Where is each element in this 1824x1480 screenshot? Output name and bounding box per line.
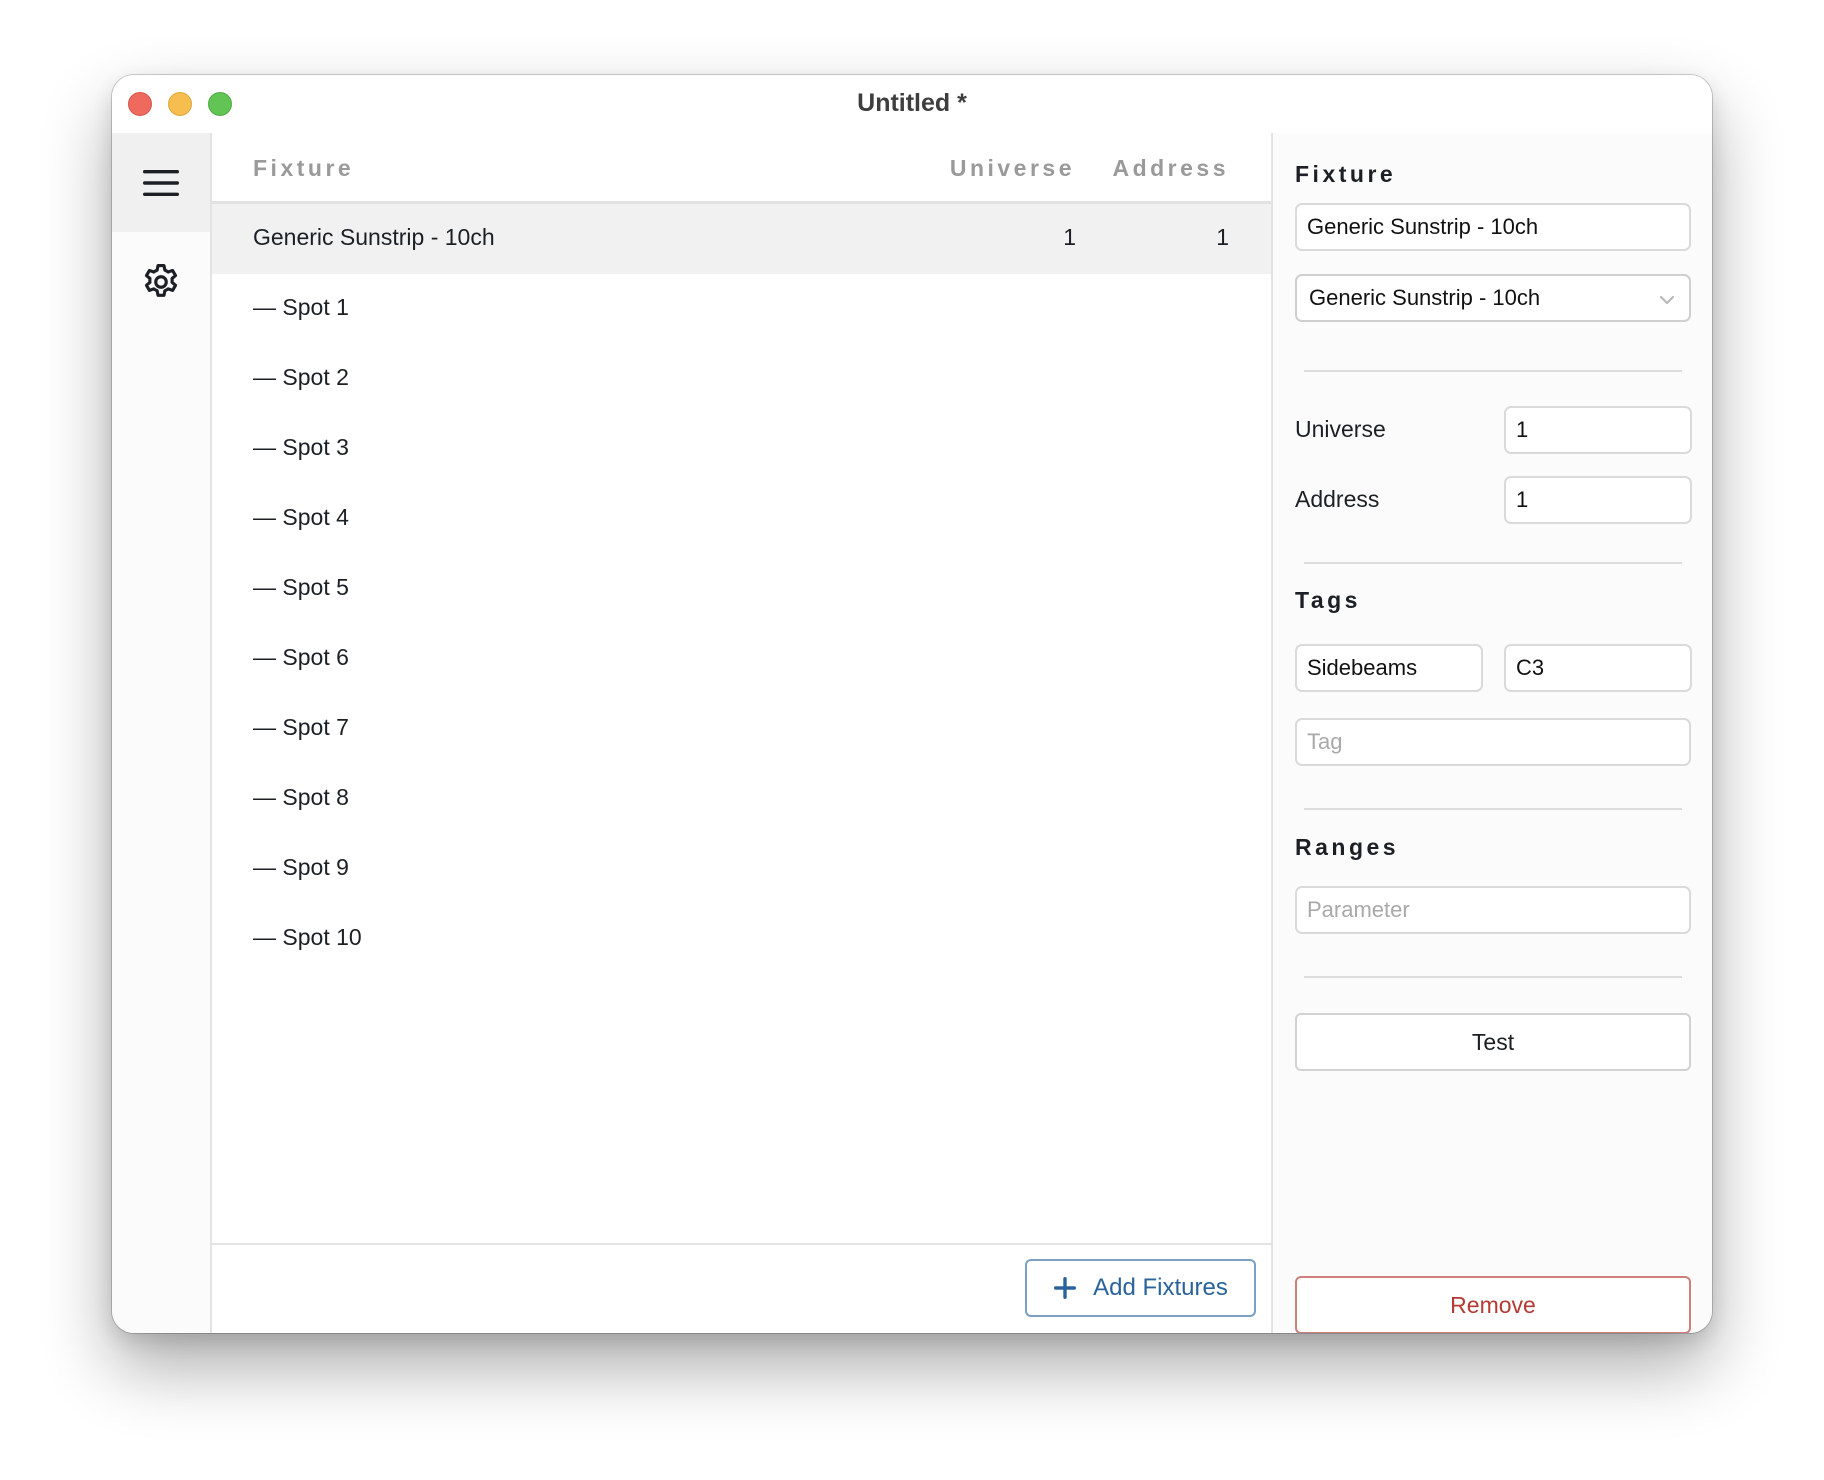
fixture-name-cell: — Spot 9 xyxy=(253,854,349,880)
fixture-child-row[interactable]: — Spot 2 xyxy=(212,344,1271,414)
add-fixtures-label: Add Fixtures xyxy=(1093,1274,1228,1301)
fixture-child-row[interactable]: — Spot 3 xyxy=(212,414,1271,484)
fixture-rows: Generic Sunstrip - 10ch 1 1 — Spot 1 — Spot … xyxy=(212,204,1271,974)
app-window: Untitled * Fixture Universe Address Gene… xyxy=(112,75,1712,1333)
column-header-fixture[interactable]: Fixture xyxy=(253,155,354,182)
fixture-name-cell: — Spot 3 xyxy=(253,434,349,460)
fixture-name-cell: — Spot 8 xyxy=(253,784,349,810)
title-bar: Untitled * xyxy=(112,75,1712,133)
divider xyxy=(1304,976,1682,978)
chevron-down-icon xyxy=(1659,295,1675,305)
fixture-child-row[interactable]: — Spot 10 xyxy=(212,904,1271,974)
fixture-child-row[interactable]: — Spot 1 xyxy=(212,274,1271,344)
hamburger-menu-icon xyxy=(143,169,179,196)
divider xyxy=(1304,562,1682,564)
address-cell: 1 xyxy=(1216,224,1229,250)
fixture-child-row[interactable]: — Spot 5 xyxy=(212,554,1271,624)
sidebar-item-settings[interactable] xyxy=(112,232,210,331)
ranges-heading: Ranges xyxy=(1295,834,1400,860)
fixture-name-cell: — Spot 5 xyxy=(253,574,349,600)
tag-input-1[interactable] xyxy=(1295,644,1483,692)
column-header-address[interactable]: Address xyxy=(1112,155,1229,182)
fixture-name-cell: — Spot 1 xyxy=(253,294,349,320)
fixture-child-row[interactable]: — Spot 6 xyxy=(212,624,1271,694)
universe-input[interactable] xyxy=(1504,406,1692,454)
divider xyxy=(1304,808,1682,810)
add-fixtures-button[interactable]: Add Fixtures xyxy=(1025,1259,1256,1317)
tag-input-2[interactable] xyxy=(1504,644,1692,692)
address-input[interactable] xyxy=(1504,476,1692,524)
fixture-type-select[interactable]: Generic Sunstrip - 10ch xyxy=(1295,274,1691,322)
fixture-name-cell: — Spot 10 xyxy=(253,924,362,950)
list-footer: Add Fixtures xyxy=(212,1243,1271,1333)
fixture-name-cell: — Spot 6 xyxy=(253,644,349,670)
address-label: Address xyxy=(1295,486,1380,512)
fixture-child-row[interactable]: — Spot 7 xyxy=(212,694,1271,764)
fixture-child-row[interactable]: — Spot 9 xyxy=(212,834,1271,904)
fixture-name-input[interactable] xyxy=(1295,203,1691,251)
fixture-inspector: Fixture Generic Sunstrip - 10ch Universe… xyxy=(1273,133,1712,1333)
gear-icon xyxy=(144,263,178,297)
fixture-heading: Fixture xyxy=(1295,161,1397,187)
fixture-child-row[interactable]: — Spot 8 xyxy=(212,764,1271,834)
universe-cell: 1 xyxy=(1063,224,1076,250)
universe-label: Universe xyxy=(1295,416,1386,442)
fixture-name-cell: — Spot 2 xyxy=(253,364,349,390)
fixture-name-cell: — Spot 4 xyxy=(253,504,349,530)
tags-heading: Tags xyxy=(1295,587,1361,613)
divider xyxy=(1304,370,1682,372)
sidebar xyxy=(112,133,212,1333)
fixture-child-row[interactable]: — Spot 4 xyxy=(212,484,1271,554)
plus-icon xyxy=(1054,1277,1077,1299)
fixture-name-cell: Generic Sunstrip - 10ch xyxy=(253,224,495,250)
remove-button[interactable]: Remove xyxy=(1295,1276,1691,1333)
list-header: Fixture Universe Address xyxy=(212,133,1271,204)
fixture-row[interactable]: Generic Sunstrip - 10ch 1 1 xyxy=(212,204,1271,274)
parameter-input[interactable] xyxy=(1295,886,1691,934)
new-tag-input[interactable] xyxy=(1295,718,1691,766)
test-button[interactable]: Test xyxy=(1295,1013,1691,1071)
sidebar-item-fixtures[interactable] xyxy=(112,133,210,232)
fixture-name-cell: — Spot 7 xyxy=(253,714,349,740)
fixture-list: Fixture Universe Address Generic Sunstri… xyxy=(212,133,1273,1333)
fixture-type-selected: Generic Sunstrip - 10ch xyxy=(1309,285,1541,310)
window-title: Untitled * xyxy=(857,89,967,117)
column-header-universe[interactable]: Universe xyxy=(950,155,1075,182)
